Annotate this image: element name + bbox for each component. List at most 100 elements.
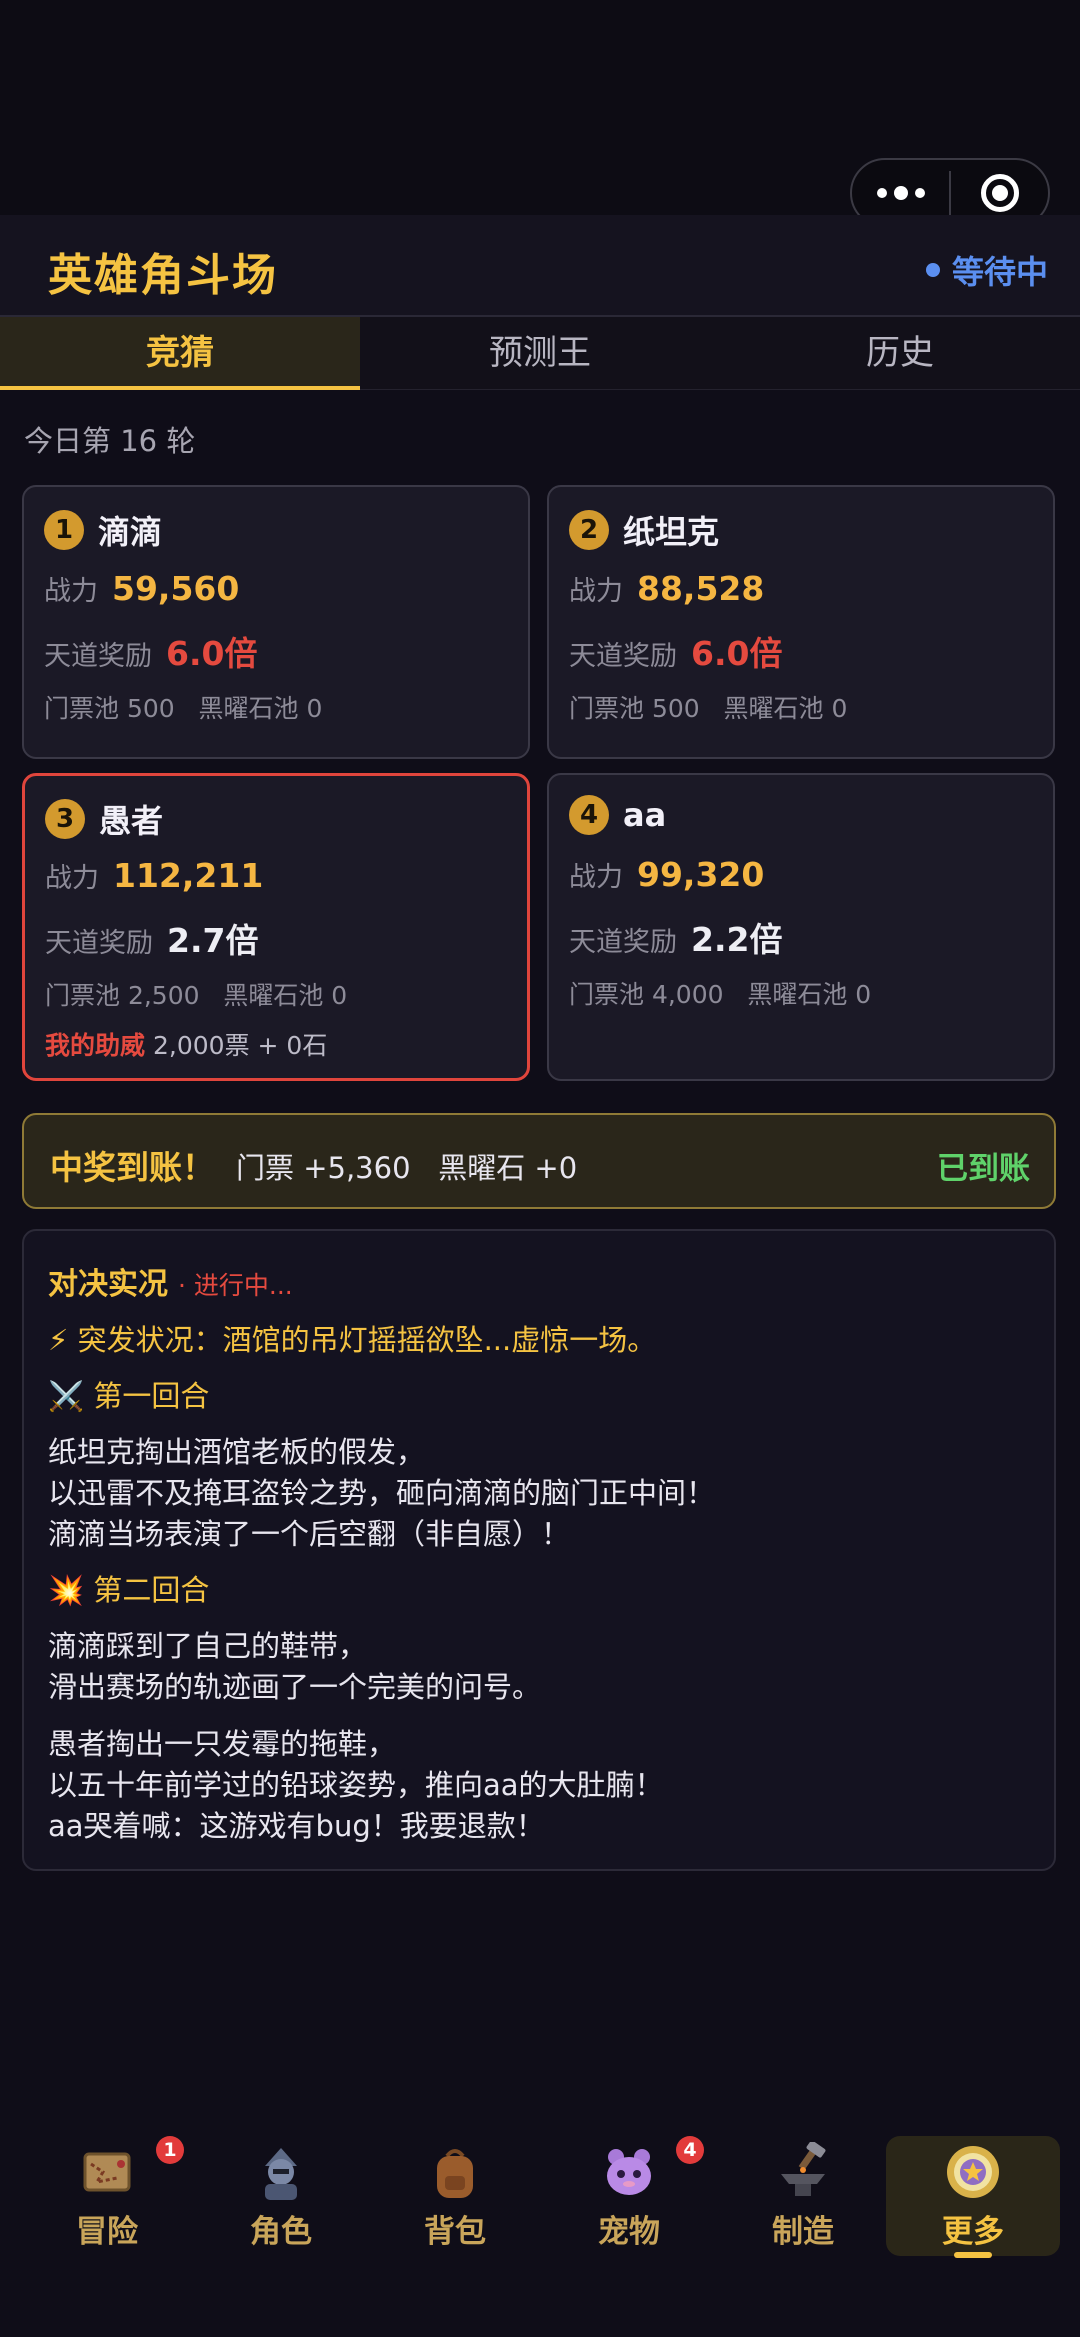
- pool-info: 门票池 2,500 黑曜石池 0: [45, 981, 348, 1010]
- fighter-name: 纸坦克: [623, 513, 720, 551]
- reward-row: 天道奖励 6.0倍: [569, 627, 782, 675]
- anvil-icon: [781, 2142, 826, 2196]
- notification-badge: 1: [156, 2136, 184, 2164]
- close-program-button[interactable]: [951, 174, 1048, 212]
- fighter-card-1[interactable]: 1 滴滴 战力 59,560 天道奖励 6.0倍 门票池 500 黑曜石池 0: [22, 485, 530, 759]
- power-row: 战力 88,528: [569, 569, 764, 608]
- page-title: 英雄角斗场: [48, 250, 278, 301]
- nav-label: 冒险: [76, 2214, 138, 2250]
- my-support-label: 我的助威: [45, 1031, 146, 1060]
- pool-info: 门票池 4,000 黑曜石池 0: [569, 980, 872, 1009]
- log-line: 纸坦克掏出酒馆老板的假发，: [48, 1435, 426, 1469]
- my-support-value: 2,000票 + 0石: [153, 1031, 328, 1060]
- nav-character[interactable]: 角色: [194, 2136, 368, 2256]
- power-label: 战力: [44, 576, 98, 607]
- power-value: 59,560: [112, 569, 240, 608]
- log-line: 以五十年前学过的铅球姿势，推向aa的大肚腩！: [48, 1768, 664, 1802]
- log-line: 滑出赛场的轨迹画了一个完美的问号。: [48, 1670, 542, 1704]
- fighter-name: 滴滴: [98, 513, 163, 551]
- reward-row: 天道奖励 2.7倍: [45, 914, 258, 962]
- power-value: 88,528: [637, 569, 765, 608]
- status-dot-icon: [925, 263, 940, 277]
- tab-history[interactable]: 历史: [720, 317, 1080, 389]
- log-line: 滴滴踩到了自己的鞋带，: [48, 1629, 368, 1663]
- reward-label: 天道奖励: [44, 641, 152, 672]
- fighter-name-row: 3 愚者: [45, 796, 163, 842]
- log-line: 滴滴当场表演了一个后空翻（非自愿）！: [48, 1517, 571, 1551]
- reward-multiplier: 6.0倍: [691, 634, 783, 673]
- pool-info: 门票池 500 黑曜石池 0: [44, 694, 323, 723]
- nav-label: 角色: [250, 2214, 312, 2250]
- nav-label: 背包: [424, 2214, 486, 2250]
- more-options-icon[interactable]: [852, 186, 949, 200]
- nav-pet[interactable]: 4 宠物: [542, 2136, 716, 2256]
- power-label: 战力: [45, 863, 99, 894]
- rank-badge: 1: [44, 510, 84, 550]
- bottom-nav: 1 冒险 角色 背包 4 宠物 制造 更多: [0, 2130, 1080, 2337]
- pool-info: 门票池 500 黑曜石池 0: [569, 694, 848, 723]
- power-label: 战力: [569, 576, 623, 607]
- fighter-card-2[interactable]: 2 纸坦克 战力 88,528 天道奖励 6.0倍 门票池 500 黑曜石池 0: [547, 485, 1055, 759]
- knight-icon: [265, 2148, 297, 2200]
- win-detail: 门票 +5,360 黑曜石 +0: [236, 1151, 578, 1185]
- battle-title: 对决实况: [48, 1267, 168, 1302]
- status-text: 等待中: [951, 253, 1048, 291]
- fighter-name: 愚者: [99, 802, 164, 840]
- status-indicator: 等待中: [925, 247, 1048, 293]
- page-header: 英雄角斗场 等待中: [0, 215, 1080, 317]
- win-status: 已到账: [937, 1151, 1030, 1187]
- pool-row: 门票池 2,500 黑曜石池 0: [45, 976, 347, 1012]
- backpack-icon: [437, 2149, 473, 2198]
- event-line: ⚡ 突发状况：酒馆的吊灯摇摇欲坠...虚惊一场。: [48, 1323, 657, 1357]
- pet-icon: [607, 2149, 651, 2195]
- reward-label: 天道奖励: [569, 927, 677, 958]
- rank-badge: 4: [569, 795, 609, 835]
- reward-multiplier: 6.0倍: [166, 634, 258, 673]
- round-heading: 💥 第二回合: [48, 1573, 210, 1607]
- pool-row: 门票池 4,000 黑曜石池 0: [569, 975, 871, 1011]
- battle-state: · 进行中...: [178, 1271, 293, 1300]
- fighter-name: aa: [623, 796, 667, 834]
- nav-label: 宠物: [598, 2214, 660, 2250]
- pool-row: 门票池 500 黑曜石池 0: [44, 689, 322, 725]
- nav-label: 更多: [942, 2214, 1004, 2250]
- power-value: 112,211: [113, 856, 264, 895]
- nav-craft[interactable]: 制造: [716, 2136, 890, 2256]
- nav-backpack[interactable]: 背包: [368, 2136, 542, 2256]
- nav-adventure[interactable]: 1 冒险: [20, 2136, 194, 2256]
- power-row: 战力 59,560: [44, 569, 239, 608]
- fighter-name-row: 1 滴滴: [44, 507, 162, 553]
- power-row: 战力 99,320: [569, 855, 764, 894]
- log-line: aa哭着喊：这游戏有bug！我要退款！: [48, 1809, 545, 1843]
- fighter-name-row: 4 aa: [569, 795, 666, 835]
- active-indicator: [954, 2252, 992, 2258]
- medal-icon: [947, 2146, 999, 2198]
- notification-badge: 4: [676, 2136, 704, 2164]
- power-row: 战力 112,211: [45, 856, 263, 895]
- tab-predict-king[interactable]: 预测王: [360, 317, 720, 389]
- pool-row: 门票池 500 黑曜石池 0: [569, 689, 847, 725]
- fighter-card-3[interactable]: 3 愚者 战力 112,211 天道奖励 2.7倍 门票池 2,500 黑曜石池…: [22, 773, 530, 1081]
- round-heading: ⚔️ 第一回合: [48, 1379, 210, 1413]
- win-banner: 中奖到账！ 门票 +5,360 黑曜石 +0 已到账: [22, 1113, 1056, 1209]
- nav-more[interactable]: 更多: [886, 2136, 1060, 2258]
- reward-row: 天道奖励 2.2倍: [569, 913, 782, 961]
- target-icon: [980, 174, 1019, 212]
- rank-badge: 3: [45, 799, 85, 839]
- power-label: 战力: [569, 862, 623, 893]
- reward-multiplier: 2.7倍: [167, 921, 259, 960]
- reward-row: 天道奖励 6.0倍: [44, 627, 257, 675]
- tab-guess[interactable]: 竞猜: [0, 317, 360, 390]
- battle-header: 对决实况 · 进行中...: [48, 1259, 293, 1303]
- reward-multiplier: 2.2倍: [691, 920, 783, 959]
- log-line: 以迅雷不及掩耳盗铃之势，砸向滴滴的脑门正中间！: [48, 1476, 716, 1510]
- rank-badge: 2: [569, 510, 609, 550]
- fighter-card-4[interactable]: 4 aa 战力 99,320 天道奖励 2.2倍 门票池 4,000 黑曜石池 …: [547, 773, 1055, 1081]
- win-title: 中奖到账！: [50, 1148, 215, 1187]
- fighter-name-row: 2 纸坦克: [569, 507, 719, 553]
- reward-label: 天道奖励: [45, 928, 153, 959]
- tab-bar: 竞猜 预测王 历史: [0, 317, 1080, 390]
- my-support-row: 我的助威 2,000票 + 0石: [45, 1026, 327, 1062]
- nav-label: 制造: [772, 2214, 834, 2250]
- map-scroll-icon: [83, 2152, 131, 2192]
